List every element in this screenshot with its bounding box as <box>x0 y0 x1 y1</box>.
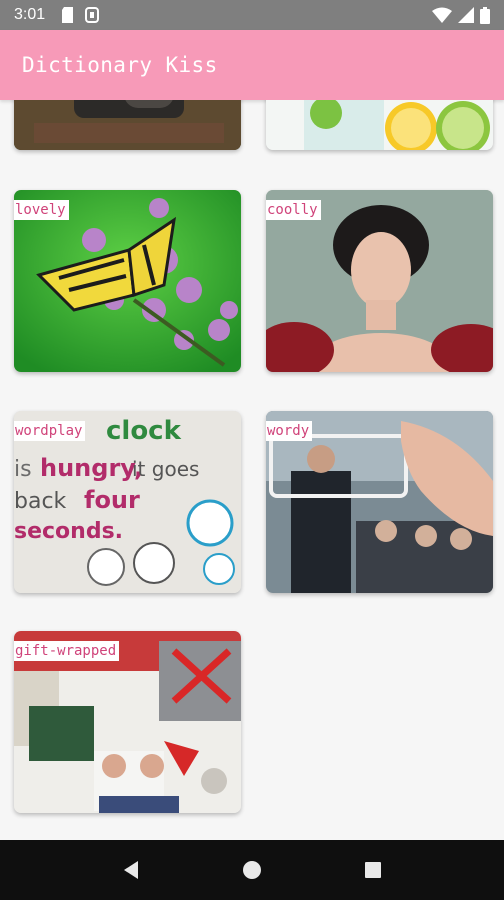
battery-icon <box>480 6 490 24</box>
status-bar: 3:01 <box>0 0 504 30</box>
wifi-icon <box>432 7 452 23</box>
word-card[interactable]: lovely <box>14 190 241 372</box>
back-button[interactable] <box>111 850 151 890</box>
svg-text:back: back <box>14 489 67 514</box>
recents-button[interactable] <box>353 850 393 890</box>
citrus-drink-photo <box>266 100 493 150</box>
signal-icon <box>458 7 474 23</box>
word-card[interactable] <box>14 100 241 150</box>
word-card[interactable]: coolly <box>266 190 493 372</box>
word-grid[interactable]: lovely coolly clock is hungry, it goes b… <box>0 100 504 840</box>
svg-text:seconds.: seconds. <box>14 519 123 544</box>
home-button[interactable] <box>232 850 272 890</box>
svg-text:hungry,: hungry, <box>40 454 143 482</box>
word-card[interactable]: wordy <box>266 411 493 593</box>
svg-text:clock: clock <box>106 416 182 446</box>
recents-icon <box>365 862 382 878</box>
word-card[interactable]: clock is hungry, it goes back four secon… <box>14 411 241 593</box>
card-label: wordplay <box>14 421 86 441</box>
card-label: coolly <box>266 200 321 220</box>
word-card[interactable] <box>266 100 493 150</box>
status-time: 3:01 <box>14 6 46 23</box>
svg-text:four: four <box>84 486 140 514</box>
card-label: gift-wrapped <box>14 641 120 661</box>
home-icon <box>242 861 261 879</box>
card-label: wordy <box>266 421 313 441</box>
person-sitting-photo <box>14 100 241 150</box>
app-title: Dictionary Kiss <box>22 53 218 77</box>
sd-card-icon <box>62 7 74 23</box>
svg-text:is: is <box>14 457 32 482</box>
word-card[interactable]: gift-wrapped <box>14 631 241 813</box>
navigation-bar <box>0 840 504 900</box>
back-icon <box>123 861 138 879</box>
svg-text:it goes: it goes <box>132 457 199 481</box>
app-bar: Dictionary Kiss <box>0 30 504 100</box>
card-label: lovely <box>14 200 69 220</box>
nfc-icon <box>85 7 100 23</box>
